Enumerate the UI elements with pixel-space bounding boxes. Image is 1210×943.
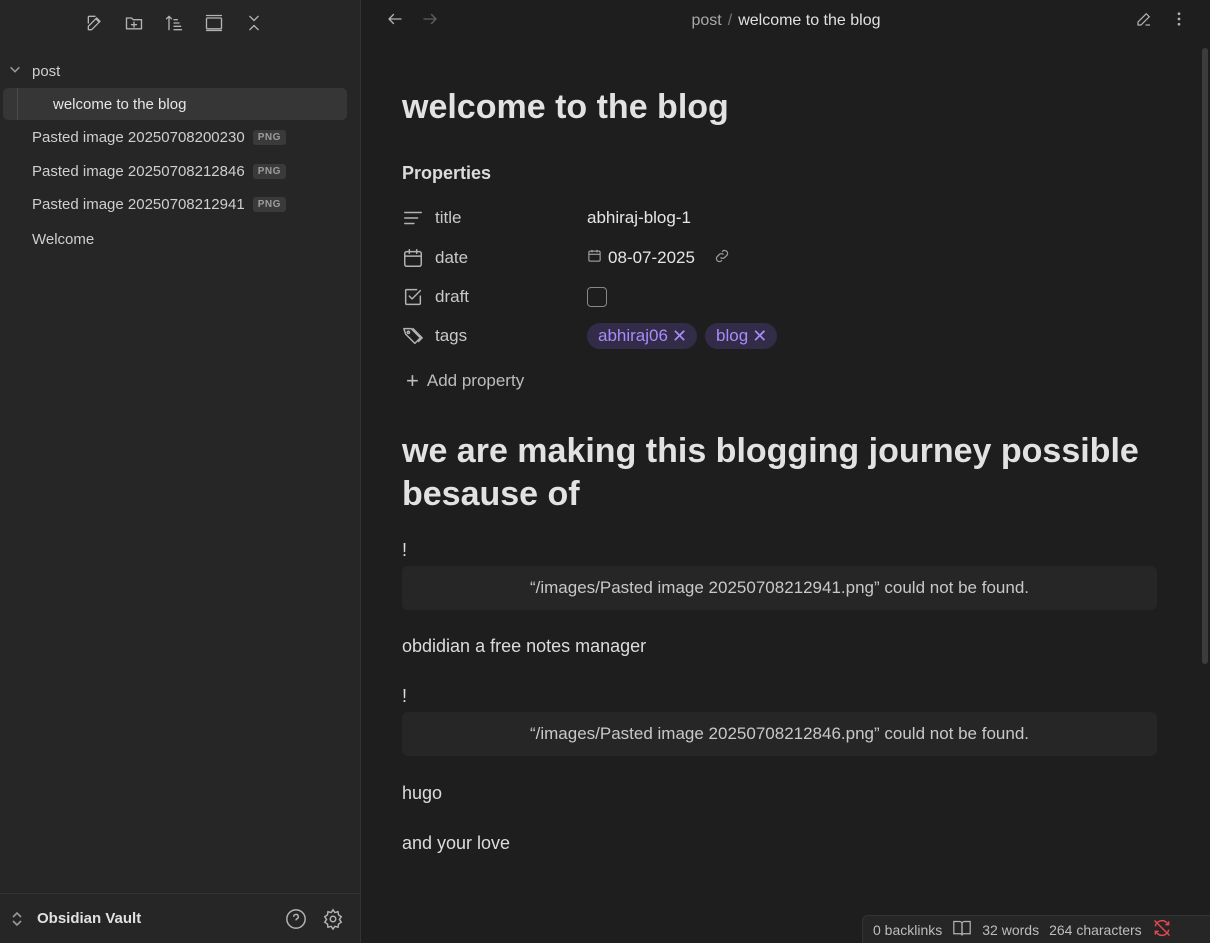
sort-icon [165, 15, 183, 31]
indent-guide [17, 88, 18, 120]
new-note-button[interactable] [82, 10, 108, 36]
vault-name[interactable]: Obsidian Vault [37, 910, 141, 927]
breadcrumb-separator: / [727, 12, 733, 29]
vault-footer: Obsidian Vault [0, 893, 361, 943]
book-open-icon[interactable] [952, 919, 972, 940]
file-welcome-to-the-blog[interactable]: welcome to the blog [3, 88, 347, 120]
tag-pill[interactable]: abhiraj06 ✕ [587, 323, 698, 349]
folder-label: post [32, 62, 61, 80]
collapse-all-button[interactable] [241, 10, 267, 36]
tag-label: abhiraj06 [598, 326, 668, 345]
obsidian-window: post welcome to the blog Pasted image 20… [0, 0, 1210, 943]
tags-icon [402, 325, 424, 347]
tag-label: blog [716, 326, 749, 345]
checkbox-checked-icon [402, 286, 424, 308]
file-label: welcome to the blog [53, 95, 187, 113]
edit-icon [87, 15, 101, 31]
text-lines-icon [402, 207, 424, 229]
settings-gear-icon[interactable] [322, 908, 344, 931]
file-label: Pasted image 20250708212941 [32, 195, 245, 213]
file-explorer-toolbar [0, 10, 361, 36]
paragraph[interactable]: hugo [402, 783, 442, 804]
date-text: 08-07-2025 [608, 248, 695, 267]
sort-button[interactable] [161, 10, 187, 36]
property-date: date 08-07-2025 [402, 243, 1158, 273]
auto-reveal-button[interactable] [201, 10, 227, 36]
property-key[interactable]: date [402, 247, 587, 269]
paragraph[interactable]: ! [402, 540, 407, 561]
embed-not-found[interactable]: “/images/Pasted image 20250708212941.png… [402, 566, 1157, 610]
tags-value: abhiraj06 ✕ blog ✕ [587, 323, 785, 349]
date-value[interactable]: 08-07-2025 [587, 247, 731, 270]
breadcrumb-current[interactable]: welcome to the blog [738, 12, 880, 29]
pencil-icon [1137, 12, 1151, 26]
panel-icon [205, 14, 223, 32]
word-count: 32 words [982, 921, 1040, 938]
properties-heading[interactable]: Properties [402, 163, 491, 184]
new-folder-button[interactable] [121, 10, 147, 36]
file-explorer-sidebar: post welcome to the blog Pasted image 20… [0, 0, 361, 943]
add-property-label: Add property [426, 371, 525, 390]
note-title[interactable]: welcome to the blog [402, 88, 729, 127]
remove-tag-icon[interactable]: ✕ [752, 326, 767, 347]
collapse-icon [249, 15, 259, 31]
property-key-label: tags [435, 326, 468, 345]
file-pasted-image-1[interactable]: Pasted image 20250708200230 PNG [0, 122, 286, 152]
property-value[interactable]: abhiraj-blog-1 [587, 208, 691, 228]
plus-icon: + [406, 368, 419, 393]
draft-checkbox[interactable] [587, 287, 607, 307]
file-welcome[interactable]: Welcome [0, 224, 94, 254]
property-title: title abhiraj-blog-1 [402, 203, 1158, 233]
breadcrumb-parent[interactable]: post [691, 12, 721, 29]
property-key-label: date [435, 248, 469, 267]
link-icon[interactable] [695, 247, 731, 270]
property-draft: draft [402, 282, 1158, 312]
property-tags: tags abhiraj06 ✕ blog ✕ [402, 321, 1158, 351]
file-extension-badge: PNG [252, 196, 286, 212]
breadcrumb: post / welcome to the blog [362, 12, 1210, 30]
paragraph[interactable]: and your love [402, 833, 510, 854]
note-heading[interactable]: we are making this blogging journey poss… [402, 430, 1162, 516]
file-label: Pasted image 20250708200230 [32, 128, 245, 146]
file-label: Welcome [32, 230, 95, 248]
paragraph[interactable]: obdidian a free notes manager [402, 636, 646, 657]
backlinks-count[interactable]: 0 backlinks [873, 922, 942, 938]
editor-scrollbar[interactable] [1202, 48, 1208, 664]
file-pasted-image-2[interactable]: Pasted image 20250708212846 PNG [0, 156, 286, 186]
folder-plus-icon [125, 17, 143, 30]
chevron-down-icon [8, 62, 26, 80]
file-extension-badge: PNG [252, 129, 286, 145]
paragraph[interactable]: ! [402, 686, 407, 707]
folder-post[interactable]: post [8, 56, 60, 86]
property-key[interactable]: tags [402, 325, 587, 347]
file-extension-badge: PNG [252, 163, 286, 179]
vault-switcher-icon[interactable] [10, 910, 26, 928]
more-options-button[interactable] [1170, 10, 1192, 32]
more-vertical-icon [1177, 12, 1181, 26]
tag-pill[interactable]: blog ✕ [705, 323, 778, 349]
property-key-label: title [435, 208, 462, 227]
file-label: Pasted image 20250708212846 [32, 162, 245, 180]
property-key-label: draft [435, 287, 470, 306]
remove-tag-icon[interactable]: ✕ [672, 326, 687, 347]
add-property-button[interactable]: + Add property [406, 368, 524, 394]
sync-error-icon[interactable] [1152, 918, 1172, 941]
edit-mode-button[interactable] [1135, 10, 1157, 32]
file-pasted-image-3[interactable]: Pasted image 20250708212941 PNG [0, 189, 286, 219]
embed-not-found[interactable]: “/images/Pasted image 20250708212846.png… [402, 712, 1157, 756]
character-count: 264 characters [1049, 921, 1142, 938]
status-bar: 0 backlinks 32 words 264 characters [862, 915, 1210, 943]
calendar-small-icon [587, 248, 608, 268]
editor-pane: post / welcome to the blog welcome to the … [362, 0, 1210, 943]
help-icon[interactable] [285, 908, 307, 930]
property-key[interactable]: draft [402, 286, 587, 308]
property-key[interactable]: title [402, 207, 587, 229]
calendar-icon [402, 247, 424, 269]
